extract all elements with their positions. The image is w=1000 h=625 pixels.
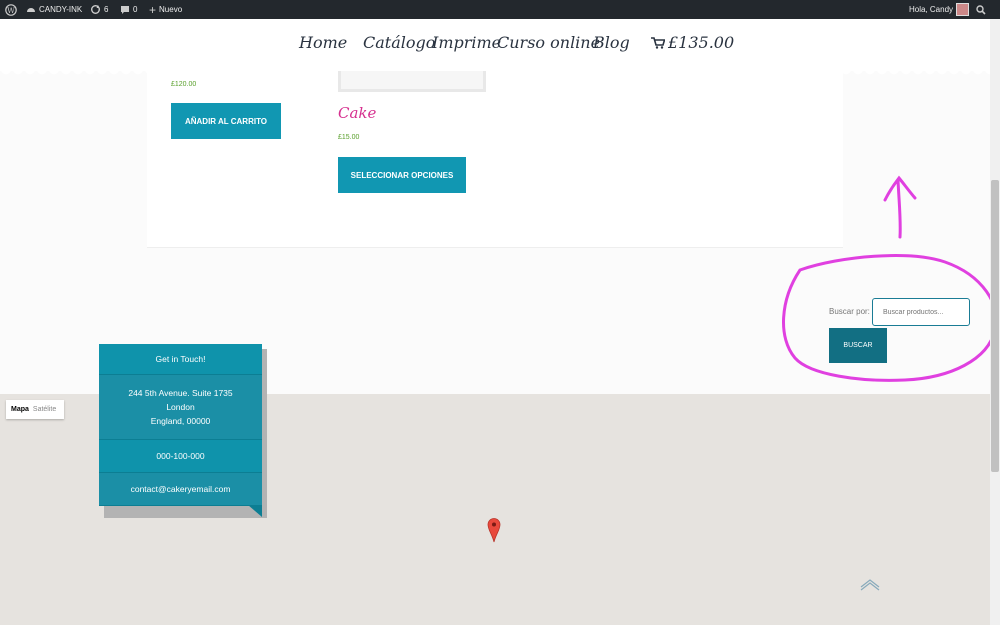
nav-blog[interactable]: Blog [593, 33, 630, 52]
new-content-link[interactable]: + Nuevo [149, 0, 182, 19]
nav-imprime[interactable]: Imprime [432, 33, 501, 52]
new-label: Nuevo [159, 5, 183, 14]
product-title[interactable]: Cake [338, 104, 376, 122]
product-price: £120.00 [171, 81, 197, 88]
contact-phone-row: 000-100-000 [99, 440, 262, 473]
map-pin-icon[interactable] [487, 517, 501, 543]
add-to-cart-button[interactable]: AÑADIR AL CARRITO [171, 103, 281, 139]
main-nav: Home Catálogo Imprime Curso online Blog … [0, 19, 990, 75]
address-line: England, 00000 [150, 416, 211, 426]
avatar [956, 3, 970, 16]
cart-total: £135.00 [668, 33, 735, 52]
map-type-satellite[interactable]: Satélite [33, 406, 56, 413]
comment-icon [121, 5, 129, 14]
updates-count: 6 [104, 5, 109, 14]
map-type-control: Mapa Satélite [6, 400, 64, 419]
annotation-arrow [883, 175, 917, 239]
admin-search-icon[interactable] [976, 0, 986, 19]
site-name-link[interactable]: CANDY-INK [26, 0, 82, 19]
plus-icon: + [149, 2, 157, 17]
product-price: £15.00 [338, 134, 360, 141]
back-to-top-icon[interactable] [860, 579, 880, 591]
annotation-circle [782, 254, 998, 382]
dashboard-icon [27, 7, 35, 12]
user-account-link[interactable]: Hola, Candy [909, 0, 970, 19]
admin-bar: W CANDY-INK 6 0 + Nuevo Hola, Candy [0, 0, 1000, 19]
map-type-map[interactable]: Mapa [11, 406, 29, 413]
comments-link[interactable]: 0 [120, 0, 137, 19]
contact-email-row: contact@cakeryemail.com [99, 473, 262, 506]
nav-curso-online[interactable]: Curso online [497, 33, 600, 52]
contact-address-row: 244 5th Avenue. Suite 1735 London Englan… [99, 375, 262, 440]
nav-cart[interactable]: £135.00 [651, 33, 734, 52]
contact-heading: Get in Touch! [155, 354, 206, 364]
address-line: 244 5th Avenue. Suite 1735 [128, 388, 233, 398]
svg-text:W: W [7, 5, 15, 14]
updates-link[interactable]: 6 [90, 0, 108, 19]
greeting: Hola, Candy [909, 5, 954, 14]
address-line: London [166, 402, 195, 412]
contact-heading-row: Get in Touch! [99, 344, 262, 375]
product-card: £120.00 AÑADIR AL CARRITO Cake £15.00 SE… [147, 71, 843, 248]
comments-count: 0 [133, 5, 138, 14]
site-name: CANDY-INK [39, 5, 83, 14]
contact-card: Get in Touch! 244 5th Avenue. Suite 1735… [99, 344, 262, 506]
updates-icon [91, 5, 100, 14]
nav-home[interactable]: Home [299, 33, 347, 52]
contact-phone: 000-100-000 [156, 451, 205, 461]
contact-email[interactable]: contact@cakeryemail.com [131, 484, 231, 494]
wordpress-logo-icon[interactable]: W [5, 0, 17, 19]
annotation-overlay [782, 175, 998, 382]
contact-card-tail [248, 505, 262, 517]
nav-catalogo[interactable]: Catálogo [363, 33, 435, 52]
select-options-button[interactable]: SELECCIONAR OPCIONES [338, 157, 466, 193]
cart-icon [651, 36, 665, 49]
scrollbar-thumb[interactable] [991, 180, 999, 472]
product-image[interactable] [338, 71, 486, 92]
